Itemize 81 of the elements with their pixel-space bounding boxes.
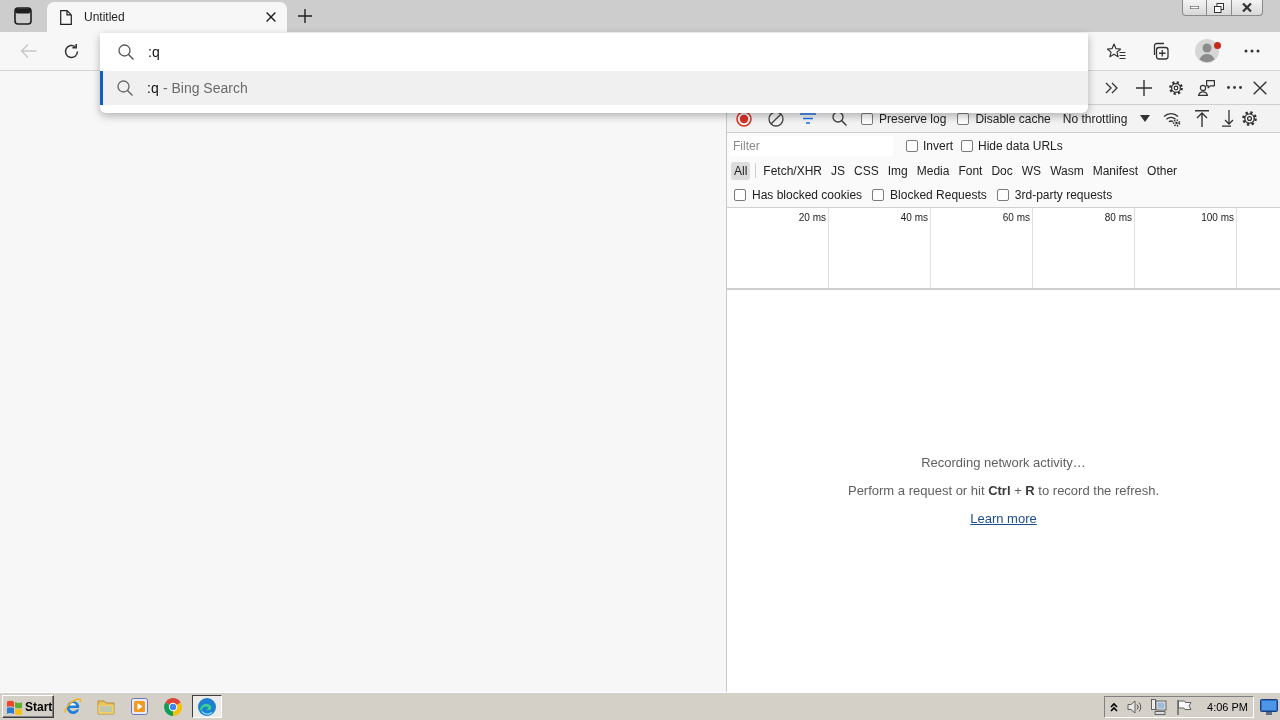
- restore-icon: [1214, 2, 1224, 13]
- type-filter-tab[interactable]: Media: [913, 161, 953, 180]
- close-icon: [1242, 3, 1252, 12]
- checkbox[interactable]: [872, 188, 885, 201]
- search-icon[interactable]: [832, 111, 847, 126]
- type-filter-tab[interactable]: All: [731, 161, 751, 180]
- type-filter-tab[interactable]: Img: [884, 161, 911, 180]
- folder-icon: [97, 698, 115, 715]
- taskbar-app-button[interactable]: [191, 695, 222, 718]
- caret-icon: [1140, 115, 1151, 122]
- type-filter-tab[interactable]: CSS: [851, 161, 882, 180]
- plus-icon[interactable]: [298, 9, 312, 23]
- checkbox-label: Preserve log: [879, 111, 947, 126]
- play-tile-icon: [131, 698, 148, 715]
- wifi-gear-icon[interactable]: [1163, 110, 1182, 127]
- type-filter-tab[interactable]: Wasm: [1047, 161, 1087, 180]
- person-speech-icon[interactable]: [1198, 79, 1215, 96]
- learn-more-link[interactable]: Learn more: [970, 511, 1037, 527]
- upload-icon[interactable]: [1195, 110, 1210, 127]
- more-icon[interactable]: [1227, 86, 1242, 89]
- type-filter-tab[interactable]: JS: [828, 161, 849, 180]
- checkbox[interactable]: [961, 140, 973, 152]
- start-button[interactable]: Start: [2, 695, 54, 718]
- restore-button[interactable]: [1207, 0, 1232, 16]
- clock[interactable]: 4:06 PM: [1207, 700, 1248, 713]
- filter-field[interactable]: Filter: [730, 136, 893, 156]
- search-suggestion[interactable]: :q - Bing Search: [100, 71, 1088, 105]
- filter-icon[interactable]: [800, 113, 816, 124]
- settings-icon[interactable]: [1168, 79, 1184, 96]
- double-caret-icon[interactable]: [1110, 701, 1119, 712]
- download-icon[interactable]: [1222, 110, 1235, 127]
- refresh-icon[interactable]: [63, 42, 80, 60]
- swirl-logo-icon: [197, 697, 216, 716]
- checkbox-label: Disable cache: [975, 111, 1051, 126]
- type-filter-tab[interactable]: Doc: [988, 161, 1016, 180]
- timeline-tick-label: 20 ms: [798, 212, 826, 223]
- speaker-icon[interactable]: [1127, 698, 1144, 715]
- search-icon: [117, 80, 133, 96]
- flag-icon[interactable]: [1176, 698, 1193, 715]
- close-icon[interactable]: [266, 12, 276, 22]
- network-icon[interactable]: [1151, 698, 1168, 715]
- star-list-icon[interactable]: [1107, 42, 1126, 60]
- checkbox[interactable]: [996, 188, 1009, 201]
- timeline-tick-label: 60 ms: [1002, 212, 1030, 223]
- checkbox[interactable]: [734, 188, 746, 201]
- circle-logo-icon: [164, 697, 182, 716]
- address-field[interactable]: :q: [148, 44, 748, 60]
- more-icon[interactable]: [1244, 49, 1260, 53]
- type-filter-tab[interactable]: Manifest: [1089, 161, 1142, 180]
- checkbox-label: Hide data URLs: [978, 139, 1063, 153]
- page-icon: [60, 9, 72, 25]
- throttling-dropdown[interactable]: No throttling: [1062, 111, 1151, 126]
- chevrons-icon[interactable]: [1105, 81, 1118, 94]
- checkbox-label: Has blocked cookies: [752, 187, 863, 202]
- squares-plus-icon[interactable]: [1151, 42, 1169, 60]
- checkbox-label: 3rd-party requests: [1014, 187, 1113, 202]
- close-icon[interactable]: [1253, 80, 1267, 95]
- record-icon[interactable]: [736, 110, 752, 127]
- plus-icon[interactable]: [1136, 79, 1152, 96]
- checkbox-label: Invert: [923, 139, 953, 153]
- timeline-tick-label: 80 ms: [1104, 212, 1132, 223]
- timeline-tick-label: 40 ms: [900, 212, 928, 223]
- avatar-icon[interactable]: [1195, 39, 1219, 63]
- type-filter-tab[interactable]: Other: [1144, 161, 1181, 180]
- browser-tab[interactable]: Untitled: [47, 2, 287, 32]
- empty-state-hint: Perform a request or hit Ctrl + R to record the refresh.: [847, 483, 1160, 499]
- empty-state-title: Recording network activity…: [921, 455, 1086, 471]
- checkbox-label: Blocked Requests: [890, 187, 987, 202]
- type-filter-tab[interactable]: WS: [1018, 161, 1045, 180]
- close-window-button[interactable]: [1232, 0, 1263, 16]
- windows-logo-icon: [6, 698, 23, 715]
- settings-icon[interactable]: [1241, 110, 1259, 127]
- timeline-tick-label: 100 ms: [1201, 212, 1234, 223]
- type-filter-tab[interactable]: Fetch/XHR: [760, 161, 826, 180]
- search-icon: [118, 44, 134, 60]
- checkbox[interactable]: [906, 140, 918, 152]
- letter-e-icon: [63, 697, 82, 716]
- panel-icon[interactable]: [14, 7, 32, 25]
- monitor-icon[interactable]: [1260, 698, 1278, 715]
- type-filter-tab[interactable]: Font: [955, 161, 986, 180]
- minimize-icon: [1190, 6, 1199, 9]
